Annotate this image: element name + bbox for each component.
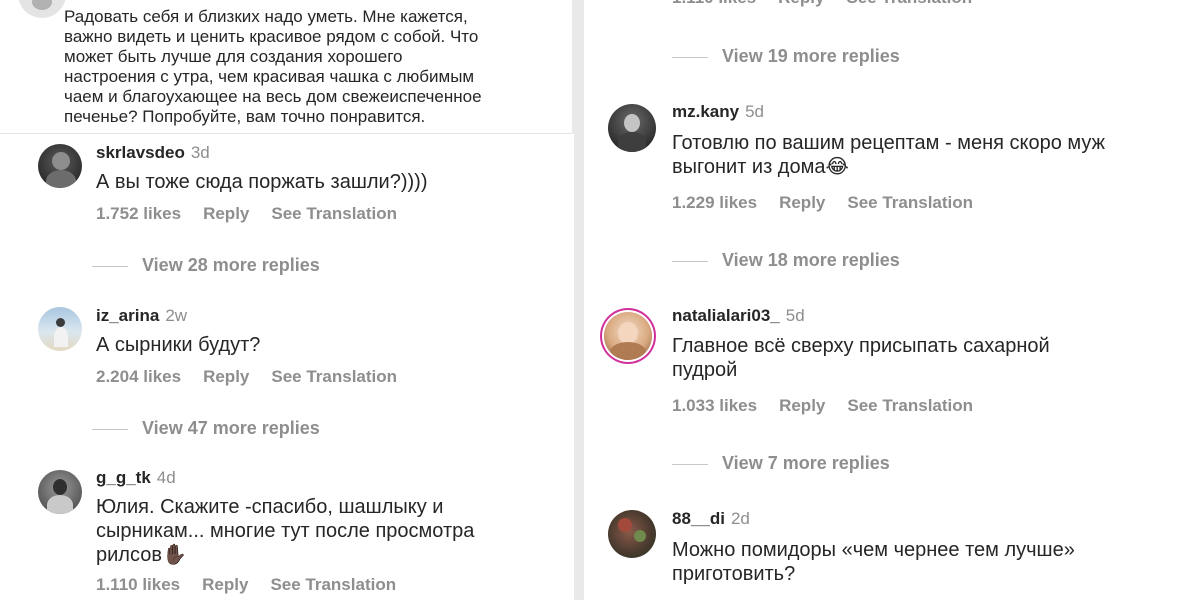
comment-text: Готовлю по вашим рецептам - меня скоро м… <box>672 131 1105 179</box>
comment-time: 2w <box>165 306 188 325</box>
avatar[interactable] <box>608 104 656 152</box>
comment-username[interactable]: g_g_tk 4d <box>96 468 176 488</box>
comment-line: Главное всё сверху присыпать сахарной <box>672 335 1050 357</box>
comment-line: выгонит из дома😂 <box>672 156 849 178</box>
divider <box>92 265 128 267</box>
view-more-label[interactable]: View 18 more replies <box>722 250 900 270</box>
comment-time: 5d <box>785 306 805 325</box>
comment-line: чаем и благоухающее на весь дом свежеисп… <box>64 87 482 106</box>
likes-count[interactable]: 1.033 likes <box>672 396 757 416</box>
avatar[interactable] <box>18 0 66 18</box>
likes-count[interactable]: 1.752 likes <box>96 204 181 224</box>
comment-text: А вы тоже сюда поржать зашли?)))) <box>96 170 427 194</box>
view-more-label[interactable]: View 19 more replies <box>722 46 900 66</box>
comment-line: Радовать себя и близких надо уметь. Мне … <box>64 7 468 26</box>
comment-text: Главное всё сверху присыпать сахарной пу… <box>672 334 1050 382</box>
view-more-label[interactable]: View 28 more replies <box>142 255 320 275</box>
comment-line: настроения с утра, чем красивая чашка с … <box>64 67 475 86</box>
comment-line: важно видеть и ценить красивое рядом с с… <box>64 27 479 46</box>
see-translation-button[interactable]: See Translation <box>847 396 973 416</box>
comment-line: рилсов✋🏿 <box>96 544 187 566</box>
likes-count[interactable]: 1.229 likes <box>672 193 757 213</box>
comment-actions: 1.110 likes Reply See Translation <box>96 575 396 595</box>
comment-time: 2d <box>730 509 750 528</box>
username-text[interactable]: natalialari03_ <box>672 306 780 325</box>
comment-username[interactable]: 88__di 2d <box>672 509 750 529</box>
reply-button[interactable]: Reply <box>779 396 825 416</box>
comment-text: Можно помидоры «чем чернее тем лучше» пр… <box>672 538 1075 586</box>
view-more-replies-button[interactable]: View 7 more replies <box>672 453 890 474</box>
see-translation-button[interactable]: See Translation <box>271 367 397 387</box>
reply-button[interactable]: Reply <box>203 204 249 224</box>
divider <box>672 260 708 262</box>
comment-actions: 1.752 likes Reply See Translation <box>96 204 397 224</box>
comment-line: Готовлю по вашим рецептам - меня скоро м… <box>672 132 1105 154</box>
comment-username[interactable]: skrlavsdeo 3d <box>96 143 210 163</box>
comment-username[interactable]: natalialari03_ 5d <box>672 306 805 326</box>
username-text[interactable]: 88__di <box>672 509 725 528</box>
view-more-replies-button[interactable]: View 19 more replies <box>672 46 900 67</box>
comment-line: приготовить? <box>672 563 796 585</box>
likes-count[interactable]: 1.110 likes <box>96 575 180 595</box>
avatar[interactable] <box>38 144 82 188</box>
comment-line: Можно помидоры «чем чернее тем лучше» <box>672 539 1075 561</box>
view-more-label[interactable]: View 7 more replies <box>722 453 890 473</box>
avatar[interactable] <box>38 470 82 514</box>
comment-panel-right: 1.110 likes Reply See Translation View 19 … <box>584 0 1200 600</box>
comment-panel-bottom-left: skrlavsdeo 3d А вы тоже сюда поржать зашл… <box>0 134 574 600</box>
comment-time: 4d <box>156 468 176 487</box>
comment-line: А сырники будут? <box>96 334 261 356</box>
avatar[interactable] <box>604 312 652 360</box>
reply-button[interactable]: Reply <box>203 367 249 387</box>
likes-count[interactable]: 2.204 likes <box>96 367 181 387</box>
divider <box>92 428 128 430</box>
see-translation-button[interactable]: See Translation <box>271 204 397 224</box>
comment-text: Радовать себя и близких надо уметь. Мне … <box>64 7 564 127</box>
divider <box>672 56 708 58</box>
avatar[interactable] <box>608 510 656 558</box>
see-translation-button[interactable]: See Translation <box>270 575 396 595</box>
comment-text: Юлия. Скажите -спасибо, шашлыку и сырник… <box>96 495 474 567</box>
comment-line: может быть лучше для создания хорошего <box>64 47 403 66</box>
comment-actions: 1.110 likes Reply See Translation <box>672 0 972 8</box>
username-text[interactable]: g_g_tk <box>96 468 151 487</box>
comment-actions: 1.033 likes Reply See Translation <box>672 396 973 416</box>
reply-button[interactable]: Reply <box>778 0 824 8</box>
comment-actions: 1.229 likes Reply See Translation <box>672 193 973 213</box>
see-translation-button[interactable]: See Translation <box>846 0 972 8</box>
comment-text: А сырники будут? <box>96 333 260 357</box>
comment-line: Юлия. Скажите -спасибо, шашлыку и <box>96 496 444 518</box>
comment-line: сырникам... многие тут после просмотра <box>96 520 475 542</box>
reply-button[interactable]: Reply <box>202 575 248 595</box>
likes-count[interactable]: 1.110 likes <box>672 0 756 8</box>
view-more-label[interactable]: View 47 more replies <box>142 418 320 438</box>
reply-button[interactable]: Reply <box>779 193 825 213</box>
comment-line: А вы тоже сюда поржать зашли?)))) <box>96 171 428 193</box>
comment-username[interactable]: mz.kany 5d <box>672 102 764 122</box>
comment-actions: 2.204 likes Reply See Translation <box>96 367 397 387</box>
divider <box>672 463 708 465</box>
comment-line: пудрой <box>672 359 738 381</box>
view-more-replies-button[interactable]: View 28 more replies <box>92 255 320 276</box>
username-text[interactable]: skrlavsdeo <box>96 143 185 162</box>
username-text[interactable]: mz.kany <box>672 102 739 121</box>
username-text[interactable]: iz_arina <box>96 306 159 325</box>
see-translation-button[interactable]: See Translation <box>847 193 973 213</box>
comment-username[interactable]: iz_arina 2w <box>96 306 187 326</box>
avatar[interactable] <box>38 307 82 351</box>
comment-line: печенье? Попробуйте, вам точно понравитс… <box>64 107 426 126</box>
comment-panel-top-left: Радовать себя и близких надо уметь. Мне … <box>0 0 572 134</box>
comment-time: 5d <box>745 102 765 121</box>
view-more-replies-button[interactable]: View 47 more replies <box>92 418 320 439</box>
comment-time: 3d <box>190 143 210 162</box>
view-more-replies-button[interactable]: View 18 more replies <box>672 250 900 271</box>
